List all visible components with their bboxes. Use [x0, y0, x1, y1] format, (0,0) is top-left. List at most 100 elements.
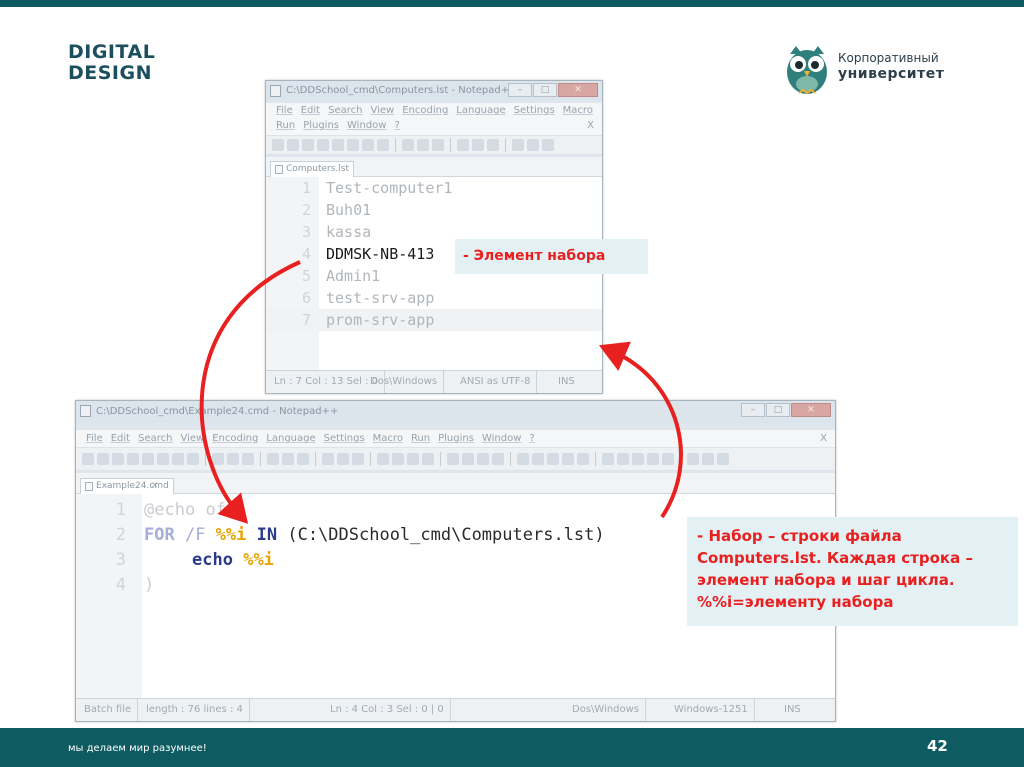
menu-help[interactable]: ?	[529, 433, 534, 444]
toolbar-button-icon[interactable]	[402, 139, 414, 151]
menu-settings[interactable]: Settings	[324, 433, 365, 444]
code-close-paren: )	[144, 575, 155, 595]
toolbar-button-icon[interactable]	[352, 453, 364, 465]
menu-window[interactable]: Window	[482, 433, 521, 444]
maximize-icon[interactable]: □	[533, 83, 557, 97]
toolbar-button-icon[interactable]	[562, 453, 574, 465]
toolbar-button-icon[interactable]	[447, 453, 459, 465]
toolbar-button-icon[interactable]	[417, 139, 429, 151]
toolbar-button-icon[interactable]	[227, 453, 239, 465]
toolbar-button-icon[interactable]	[687, 453, 699, 465]
menu-search[interactable]: Search	[138, 433, 172, 444]
toolbar-button-icon[interactable]	[457, 139, 469, 151]
close-document-button[interactable]: X	[587, 118, 594, 133]
toolbar-button-icon[interactable]	[662, 453, 674, 465]
toolbar-button-icon[interactable]	[472, 139, 484, 151]
toolbar-button-icon[interactable]	[187, 453, 199, 465]
toolbar-button-icon[interactable]	[172, 453, 184, 465]
toolbar-button-icon[interactable]	[432, 139, 444, 151]
footer-slogan: мы делаем мир разумнее!	[68, 743, 207, 754]
code-at: @	[144, 500, 155, 520]
menu-file[interactable]: File	[86, 433, 103, 444]
toolbar-button-icon[interactable]	[532, 453, 544, 465]
menu-file[interactable]: File	[276, 105, 293, 116]
toolbar-button-icon[interactable]	[717, 453, 729, 465]
toolbar-button-icon[interactable]	[702, 453, 714, 465]
toolbar-button-icon[interactable]	[422, 453, 434, 465]
toolbar-button-icon[interactable]	[272, 139, 284, 151]
window-titlebar[interactable]: C:\DDSchool_cmd\Computers.lst - Notepad+…	[266, 81, 602, 101]
menu-encoding[interactable]: Encoding	[402, 105, 448, 116]
menu-edit[interactable]: Edit	[111, 433, 130, 444]
toolbar-button-icon[interactable]	[282, 453, 294, 465]
code-echo: echo	[154, 500, 196, 520]
menu-settings[interactable]: Settings	[514, 105, 555, 116]
toolbar-button-icon[interactable]	[287, 139, 299, 151]
toolbar-button-icon[interactable]	[527, 139, 539, 151]
editor-area[interactable]: 1 Test-computer1 2 Buh01 3 kassa 4 DDMSK-NB-413…	[266, 177, 602, 371]
menu-language[interactable]: Language	[266, 433, 315, 444]
tab-computers-lst[interactable]: Computers.lst	[270, 161, 355, 177]
toolbar-button-icon[interactable]	[407, 453, 419, 465]
toolbar-button-icon[interactable]	[617, 453, 629, 465]
minimize-icon[interactable]: –	[508, 83, 532, 97]
minimize-icon[interactable]: –	[741, 403, 765, 417]
toolbar-button-icon[interactable]	[127, 453, 139, 465]
tab-close-icon[interactable]: ✕	[151, 479, 159, 494]
toolbar-button-icon[interactable]	[242, 453, 254, 465]
corporate-university-logo: Корпоративный университет	[838, 50, 944, 82]
menu-language[interactable]: Language	[456, 105, 505, 116]
close-document-button[interactable]: X	[820, 430, 827, 447]
maximize-icon[interactable]: □	[766, 403, 790, 417]
toolbar-button-icon[interactable]	[322, 453, 334, 465]
close-icon[interactable]: ✕	[791, 403, 831, 417]
line-text: kassa	[326, 223, 372, 241]
toolbar-button-icon[interactable]	[462, 453, 474, 465]
toolbar-button-icon[interactable]	[332, 139, 344, 151]
menu-run[interactable]: Run	[411, 433, 430, 444]
menu-window[interactable]: Window	[347, 120, 386, 131]
toolbar-button-icon[interactable]	[392, 453, 404, 465]
menu-run[interactable]: Run	[276, 120, 295, 131]
toolbar-button-icon[interactable]	[112, 453, 124, 465]
toolbar-button-icon[interactable]	[492, 453, 504, 465]
toolbar-button-icon[interactable]	[632, 453, 644, 465]
menu-encoding[interactable]: Encoding	[212, 433, 258, 444]
menu-macro[interactable]: Macro	[373, 433, 403, 444]
window-titlebar[interactable]: C:\DDSchool_cmd\Example24.cmd - Notepad+…	[76, 401, 835, 423]
menu-plugins[interactable]: Plugins	[438, 433, 474, 444]
toolbar-button-icon[interactable]	[347, 139, 359, 151]
toolbar-button-icon[interactable]	[212, 453, 224, 465]
toolbar-button-icon[interactable]	[602, 453, 614, 465]
toolbar-button-icon[interactable]	[377, 453, 389, 465]
toolbar-button-icon[interactable]	[487, 139, 499, 151]
toolbar-button-icon[interactable]	[297, 453, 309, 465]
menu-search[interactable]: Search	[328, 105, 362, 116]
toolbar-button-icon[interactable]	[267, 453, 279, 465]
toolbar-button-icon[interactable]	[97, 453, 109, 465]
code-variable: %%i	[243, 550, 274, 570]
menu-help[interactable]: ?	[394, 120, 399, 131]
toolbar-button-icon[interactable]	[512, 139, 524, 151]
menu-plugins[interactable]: Plugins	[303, 120, 339, 131]
tab-example24-cmd[interactable]: Example24.cmd ✕	[80, 478, 174, 494]
toolbar-button-icon[interactable]	[157, 453, 169, 465]
toolbar-button-icon[interactable]	[517, 453, 529, 465]
toolbar-button-icon[interactable]	[577, 453, 589, 465]
toolbar-button-icon[interactable]	[542, 139, 554, 151]
menu-view[interactable]: View	[180, 433, 204, 444]
menu-view[interactable]: View	[370, 105, 394, 116]
menu-edit[interactable]: Edit	[301, 105, 320, 116]
toolbar-button-icon[interactable]	[362, 139, 374, 151]
toolbar-button-icon[interactable]	[142, 453, 154, 465]
toolbar-button-icon[interactable]	[82, 453, 94, 465]
toolbar-button-icon[interactable]	[647, 453, 659, 465]
toolbar-button-icon[interactable]	[477, 453, 489, 465]
toolbar-button-icon[interactable]	[377, 139, 389, 151]
toolbar-button-icon[interactable]	[337, 453, 349, 465]
close-icon[interactable]: ✕	[558, 83, 598, 97]
menu-macro[interactable]: Macro	[563, 105, 593, 116]
toolbar-button-icon[interactable]	[317, 139, 329, 151]
toolbar-button-icon[interactable]	[302, 139, 314, 151]
toolbar-button-icon[interactable]	[547, 453, 559, 465]
